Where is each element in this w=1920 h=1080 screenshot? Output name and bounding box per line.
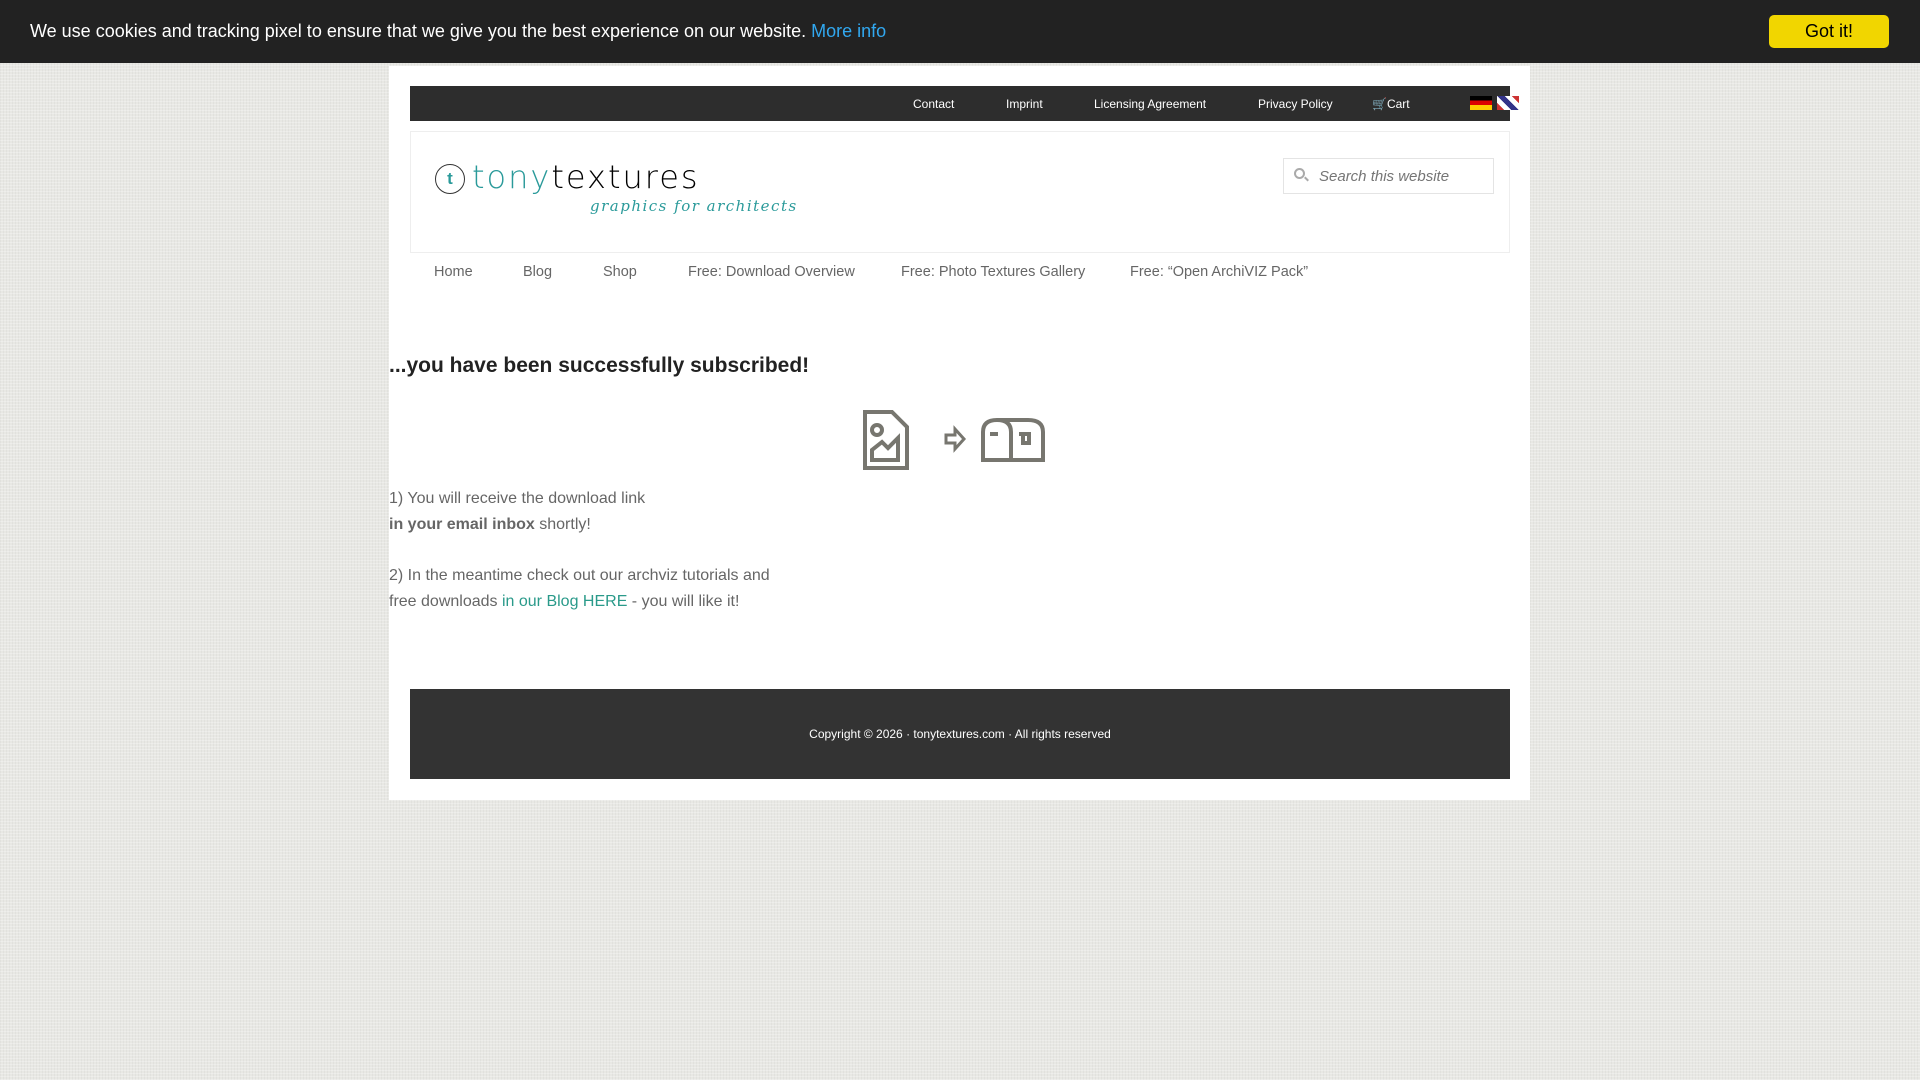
cookie-message: We use cookies and tracking pixel to ens… (30, 21, 887, 41)
nav-download-overview[interactable]: Free: Download Overview (688, 264, 855, 280)
logo-tagline: graphics for architects (590, 197, 798, 215)
cart-link[interactable]: 🛒Cart (1372, 97, 1410, 111)
top-bar: Contact Imprint Licensing Agreement Priv… (410, 86, 1519, 121)
cart-icon: 🛒 (1372, 97, 1387, 111)
topbar-link-imprint[interactable]: Imprint (1006, 97, 1043, 111)
cookie-banner: We use cookies and tracking pixel to ens… (0, 0, 1920, 63)
nav-home[interactable]: Home (434, 264, 473, 280)
copyright-text: Copyright © 2026 · tonytextures.com · Al… (809, 727, 1111, 741)
search-icon (1294, 168, 1305, 179)
mailbox-icon (981, 418, 1045, 462)
topbar-link-licensing[interactable]: Licensing Agreement (1094, 97, 1206, 111)
nav-shop[interactable]: Shop (603, 264, 637, 280)
topbar-link-contact[interactable]: Contact (913, 97, 954, 111)
nav-photo-textures-gallery[interactable]: Free: Photo Textures Gallery (901, 264, 1085, 280)
site-footer: Copyright © 2026 · tonytextures.com · Al… (410, 689, 1510, 779)
page-container: Contact Imprint Licensing Agreement Priv… (389, 66, 1530, 800)
step-one-text: 1) You will receive the download link in… (389, 490, 646, 533)
blog-link[interactable]: in our Blog HERE (502, 593, 627, 610)
search-input[interactable] (1319, 159, 1489, 193)
cookie-accept-button[interactable]: Got it! (1769, 15, 1889, 48)
nav-blog[interactable]: Blog (523, 264, 552, 280)
more-info-link[interactable]: More info (811, 21, 886, 41)
page-title: ...you have been successfully subscribed… (389, 354, 810, 377)
download-to-mailbox-graphic (863, 410, 1045, 470)
arrow-right-icon (944, 425, 967, 453)
topbar-link-privacy[interactable]: Privacy Policy (1258, 97, 1333, 111)
site-header: t tonytextures graphics for architects (410, 131, 1510, 253)
image-file-icon (863, 410, 909, 470)
search-box (1283, 158, 1494, 194)
step-two-text: 2) In the meantime check out our archviz… (389, 567, 770, 610)
english-flag-icon[interactable] (1497, 96, 1519, 110)
logo-mark-icon: t (435, 164, 465, 194)
german-flag-icon[interactable] (1470, 96, 1492, 110)
nav-open-archiviz-pack[interactable]: Free: “Open ArchiVIZ Pack” (1130, 264, 1308, 280)
